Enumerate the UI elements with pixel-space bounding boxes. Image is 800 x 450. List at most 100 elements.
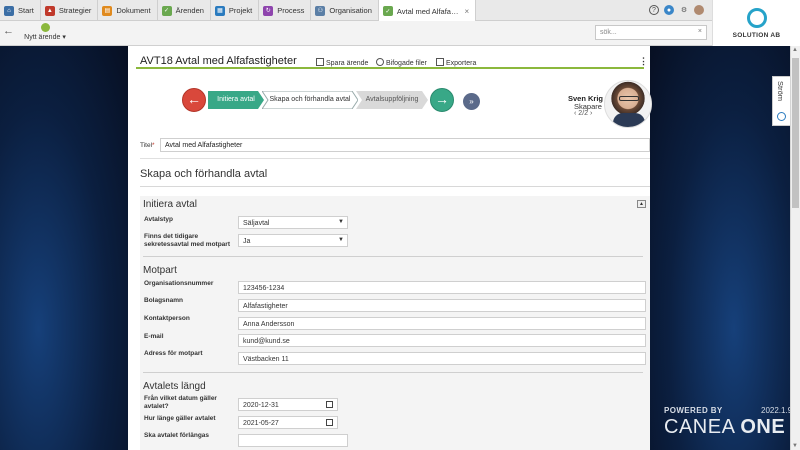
avatar [604, 80, 652, 128]
field-label-avtalstyp: Avtalstyp [144, 216, 174, 223]
back-arrow-icon[interactable]: ← [3, 25, 14, 37]
previous-step-button[interactable]: ← [182, 88, 206, 112]
case-icon: ✓ [382, 6, 393, 16]
help-icon[interactable]: ? [649, 5, 659, 15]
action-toolbar: ← Nytt ärende ▾ sök... × [0, 21, 712, 46]
workflow-step-initiera[interactable]: Initiera avtal [208, 91, 264, 109]
more-menu-icon[interactable]: ⋮ [639, 56, 648, 67]
search-input[interactable]: sök... × [595, 25, 707, 40]
organisation-icon: ⚇ [315, 5, 326, 16]
creator-pager: ‹ 2/2 › [574, 110, 593, 117]
clear-search-icon[interactable]: × [698, 28, 702, 35]
scrollbar-thumb[interactable] [792, 58, 799, 208]
page-scrollbar[interactable]: ▲ ▼ [790, 46, 800, 450]
divider [143, 256, 643, 257]
divider [140, 158, 650, 159]
field-label-adress: Adress för motpart [144, 350, 203, 357]
field-label-forlangas: Ska avtalet förlängas [144, 432, 210, 439]
strategy-icon: ▲ [44, 5, 55, 16]
workflow-step-skapa[interactable]: Skapa och förhandla avtal [262, 91, 358, 109]
company-logo: SOLUTION AB [712, 0, 800, 46]
avatar-body [613, 113, 645, 127]
dropdown-arrow-icon: ▼ [338, 219, 344, 225]
case-header: AVT18 Avtal med Alfafastigheter Spara är… [136, 52, 648, 69]
calendar-icon[interactable] [326, 419, 333, 426]
kontaktperson-input[interactable]: Anna Andersson [238, 317, 646, 330]
process-icon: ↻ [263, 5, 274, 16]
save-icon [316, 58, 324, 66]
scroll-up-icon[interactable]: ▲ [792, 47, 798, 53]
group-title-motpart: Motpart [143, 265, 177, 276]
case-content: AVT18 Avtal med Alfafastigheter Spara är… [128, 46, 652, 450]
scroll-down-icon[interactable]: ▼ [792, 443, 798, 449]
tab-strategier[interactable]: ▲ Strategier [41, 0, 99, 21]
tab-organisation[interactable]: ⚇ Organisation [311, 0, 379, 21]
stream-panel-tab[interactable]: Ström [772, 76, 790, 126]
title-input[interactable]: Avtal med Alfafastigheter [160, 138, 650, 152]
sekretessavtal-select[interactable]: Ja ▼ [238, 234, 348, 247]
tab-projekt[interactable]: ▦ Projekt [211, 0, 260, 21]
avtalstyp-select[interactable]: Säljavtal ▼ [238, 216, 348, 229]
field-label-email: E-mail [144, 333, 164, 340]
export-icon [436, 58, 444, 66]
paperclip-icon [376, 58, 384, 66]
save-case-button[interactable]: Spara ärende [316, 58, 368, 67]
home-icon: ⌂ [4, 5, 14, 16]
divider [140, 186, 650, 187]
bolagsnamn-input[interactable]: Alfafastigheter [238, 299, 646, 312]
glasses-shape [619, 96, 639, 101]
palette-icon[interactable]: ● [664, 5, 674, 15]
case-icon: ✓ [161, 5, 172, 16]
tab-dokument[interactable]: ▤ Dokument [98, 0, 158, 21]
hur-lange-input[interactable]: 2021-05-27 [238, 416, 338, 429]
export-button[interactable]: Exportera [436, 58, 476, 67]
new-case-icon [40, 23, 50, 32]
page-title: AVT18 Avtal med Alfafastigheter [140, 55, 297, 67]
adress-input[interactable]: Västbacken 11 [238, 352, 646, 365]
user-avatar-icon[interactable] [694, 5, 704, 15]
chevron-down-icon: ▾ [62, 34, 66, 41]
project-icon: ▦ [214, 5, 225, 16]
tab-start[interactable]: ⌂ Start [0, 0, 41, 21]
forlangas-select[interactable] [238, 434, 348, 447]
field-label-organisationsnummer: Organisationsnummer [144, 280, 214, 287]
brand-logo: CANEA ONE [664, 416, 786, 438]
tab-arenden[interactable]: ✓ Ärenden [158, 0, 211, 21]
fran-datum-input[interactable]: 2020-12-31 [238, 398, 338, 411]
dropdown-arrow-icon: ▼ [338, 237, 344, 243]
group-title-avtalets-langd: Avtalets längd [143, 381, 206, 392]
form-panel: Initiera avtal ▲ Avtalstyp Säljavtal ▼ Fi… [140, 196, 650, 450]
document-icon: ▤ [102, 5, 113, 16]
divider [143, 372, 643, 373]
gear-icon[interactable]: ⚙ [679, 5, 689, 15]
collapse-section-button[interactable]: ▲ [637, 200, 646, 208]
tab-avtal-alfafastigheter[interactable]: ✓ Avtal med Alfafa… × [378, 0, 477, 22]
close-icon[interactable]: × [464, 7, 469, 16]
calendar-icon[interactable] [326, 401, 333, 408]
background-right [650, 46, 790, 450]
field-label-sekretessavtal: Finns det tidigare sekretessavtal med mo… [144, 233, 230, 248]
logo-mark-icon [746, 8, 767, 28]
field-label-kontaktperson: Kontaktperson [144, 315, 190, 322]
section-title: Skapa och förhandla avtal [140, 168, 268, 180]
version-text: 2022.1.9 [761, 406, 793, 415]
tab-process[interactable]: ↻ Process [259, 0, 312, 21]
organisationsnummer-input[interactable]: 123456-1234 [238, 281, 646, 294]
powered-by-text: POWERED BY [664, 406, 723, 415]
chevron-right-icon[interactable]: › [590, 110, 592, 117]
stream-icon [777, 112, 786, 121]
workflow-step-avtalsuppfoljning[interactable]: Avtalsuppföljning [356, 91, 428, 109]
chevron-left-icon[interactable]: ‹ [574, 110, 576, 117]
field-label-fran-datum: Från vilket datum gäller avtalet? [144, 395, 217, 410]
background-left [0, 46, 128, 450]
title-label: Titel* [140, 142, 155, 149]
attached-files-button[interactable]: Bifogade filer [376, 58, 427, 67]
tab-bar: ⌂ Start ▲ Strategier ▤ Dokument ✓ Ärenden ▦ P… [0, 0, 800, 22]
field-label-hur-lange: Hur länge gäller avtalet [144, 415, 216, 422]
field-label-bolagsnamn: Bolagsnamn [144, 297, 184, 304]
group-title-initiera: Initiera avtal [143, 199, 197, 210]
email-input[interactable]: kund@kund.se [238, 334, 646, 347]
new-case-button[interactable]: Nytt ärende ▾ [20, 23, 70, 41]
next-step-button[interactable]: → [430, 88, 454, 112]
skip-to-last-step-button[interactable]: » [463, 93, 480, 110]
